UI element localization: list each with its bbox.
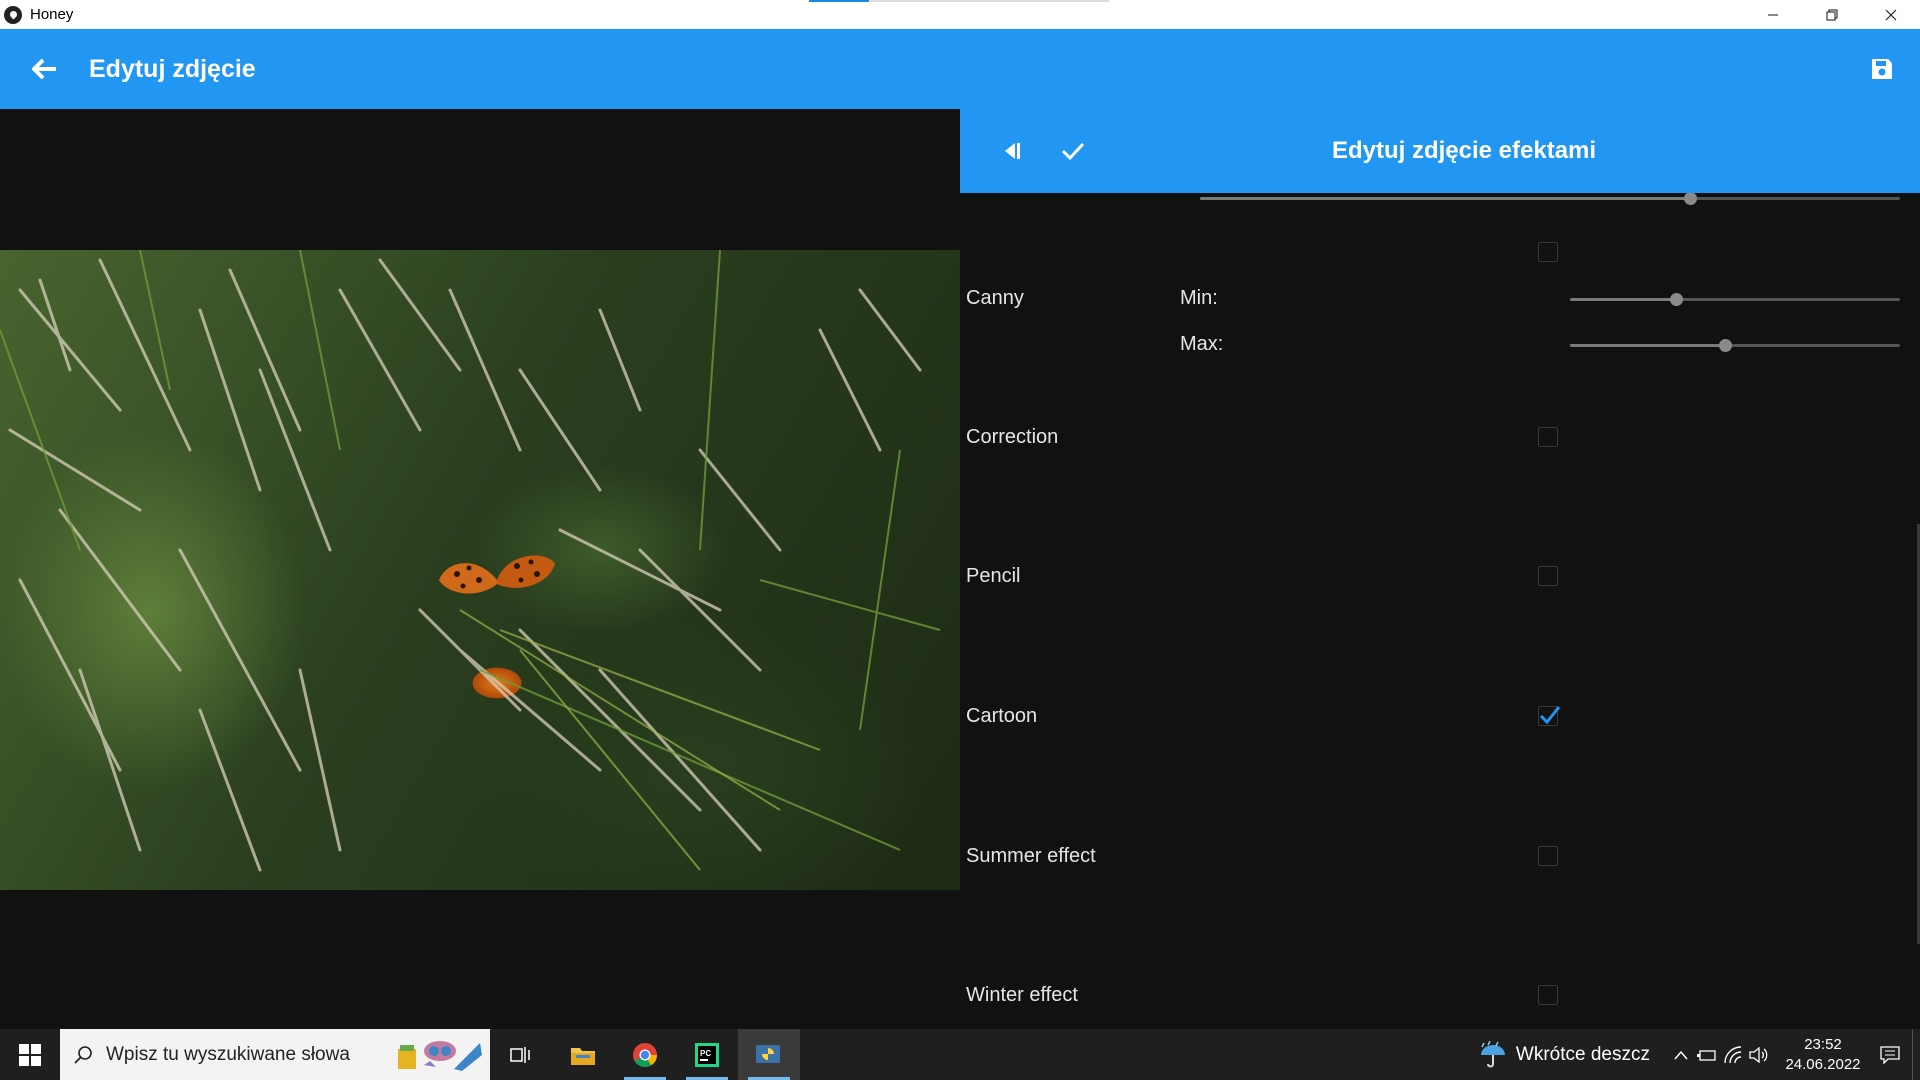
taskbar-search[interactable]: Wpisz tu wyszukiwane słowa: [60, 1029, 490, 1080]
speaker-icon: [1749, 1046, 1768, 1063]
save-icon: [1872, 59, 1892, 79]
wifi-icon: [1724, 1045, 1742, 1063]
taskbar-clock[interactable]: 23:52 24.06.2022: [1778, 1035, 1868, 1075]
image-preview-pane: [0, 109, 960, 1029]
windows-taskbar: Wpisz tu wyszukiwane słowa PC Wkrótce de…: [0, 1029, 1920, 1080]
title-progress-indicator: [809, 0, 1109, 2]
battery-icon: [1697, 1049, 1716, 1061]
task-view-icon: [510, 1046, 530, 1063]
clock-time: 23:52: [1804, 1035, 1842, 1053]
effects-panel-title: Edytuj zdjęcie efektami: [1331, 137, 1597, 164]
effect-checkbox-pencil[interactable]: [1538, 566, 1558, 586]
system-tray: Wkrótce deszcz 23:52 24.06.2022: [1478, 1029, 1920, 1080]
canny-max-label: Max:: [1180, 333, 1224, 355]
weather-text: Wkrótce deszcz: [1515, 1043, 1650, 1065]
effects-panel: Edytuj zdjęcie efektami Canny Min: Max: …: [960, 109, 1920, 1029]
minimize-button[interactable]: [1743, 0, 1802, 29]
effect-label-summer: Summer effect: [966, 845, 1096, 867]
effect-checkbox-top[interactable]: [1538, 242, 1558, 262]
search-icon: [60, 1029, 106, 1080]
canny-max-slider[interactable]: [1570, 336, 1900, 356]
canny-min-slider[interactable]: [1570, 290, 1900, 310]
effect-checkbox-summer[interactable]: [1538, 846, 1558, 866]
python-app-icon: [756, 1044, 780, 1063]
effect-checkbox-correction[interactable]: [1538, 427, 1558, 447]
close-icon: [1885, 9, 1896, 20]
restore-button[interactable]: [1802, 0, 1861, 29]
effect-checkbox-winter[interactable]: [1538, 985, 1558, 1005]
weather-widget[interactable]: Wkrótce deszcz: [1478, 1040, 1650, 1069]
window-controls: [1743, 0, 1920, 29]
slider-thumb[interactable]: [1684, 192, 1697, 205]
chevron-up-icon: [1674, 1050, 1688, 1059]
slider-fill: [1570, 298, 1676, 301]
effect-label-pencil: Pencil: [966, 565, 1021, 587]
slider-fill: [1570, 344, 1726, 347]
tray-battery[interactable]: [1694, 1029, 1720, 1080]
taskbar-python-app[interactable]: [738, 1029, 800, 1080]
slider-thumb[interactable]: [1669, 293, 1683, 306]
effect-label-correction: Correction: [966, 426, 1059, 448]
arrow-left-icon: [32, 58, 56, 80]
honey-app-icon: [4, 5, 22, 24]
start-button[interactable]: [0, 1029, 60, 1080]
tray-overflow-button[interactable]: [1668, 1029, 1694, 1080]
show-desktop-button[interactable]: [1912, 1029, 1920, 1080]
notification-icon: [1880, 1045, 1900, 1064]
umbrella-rain-icon: [1480, 1040, 1505, 1067]
taskbar-file-explorer[interactable]: [552, 1029, 614, 1080]
search-placeholder: Wpisz tu wyszukiwane słowa: [106, 1043, 350, 1065]
effect-label-cartoon: Cartoon: [966, 705, 1038, 727]
effects-panel-header: Edytuj zdjęcie efektami: [960, 109, 1920, 193]
effect-checkbox-cartoon[interactable]: [1538, 706, 1561, 726]
svg-text:PC: PC: [700, 1049, 711, 1058]
slider-fill: [1200, 197, 1690, 200]
taskbar-pycharm[interactable]: PC: [676, 1029, 738, 1080]
folder-icon: [571, 1047, 595, 1065]
back-button[interactable]: [21, 45, 69, 93]
tray-network[interactable]: [1720, 1029, 1746, 1080]
close-button[interactable]: [1861, 0, 1920, 29]
chrome-icon: [633, 1042, 657, 1067]
canny-min-label: Min:: [1180, 287, 1218, 309]
app-header: Edytuj zdjęcie: [0, 29, 1920, 109]
slider-thumb[interactable]: [1719, 339, 1733, 352]
window-title: Honey: [30, 6, 74, 23]
butterfly-image: [439, 555, 555, 594]
effect-label-canny: Canny: [966, 287, 1024, 309]
photo-preview: [0, 250, 960, 890]
window-titlebar: Honey: [0, 0, 1920, 29]
taskbar-chrome[interactable]: [614, 1029, 676, 1080]
pycharm-icon: PC: [695, 1042, 719, 1067]
effect-label-winter: Winter effect: [966, 984, 1078, 1006]
page-title: Edytuj zdjęcie: [89, 54, 256, 83]
search-highlight-icon: [398, 1041, 482, 1071]
tray-volume[interactable]: [1746, 1029, 1772, 1080]
restore-icon: [1826, 9, 1837, 20]
checkmark-icon: [1539, 706, 1561, 725]
clock-date: 24.06.2022: [1785, 1055, 1861, 1073]
minimize-icon: [1767, 14, 1778, 15]
windows-logo-icon: [19, 1043, 41, 1066]
notification-center-button[interactable]: [1868, 1029, 1912, 1080]
taskbar-task-view[interactable]: [490, 1029, 552, 1080]
save-button[interactable]: [1860, 47, 1904, 91]
